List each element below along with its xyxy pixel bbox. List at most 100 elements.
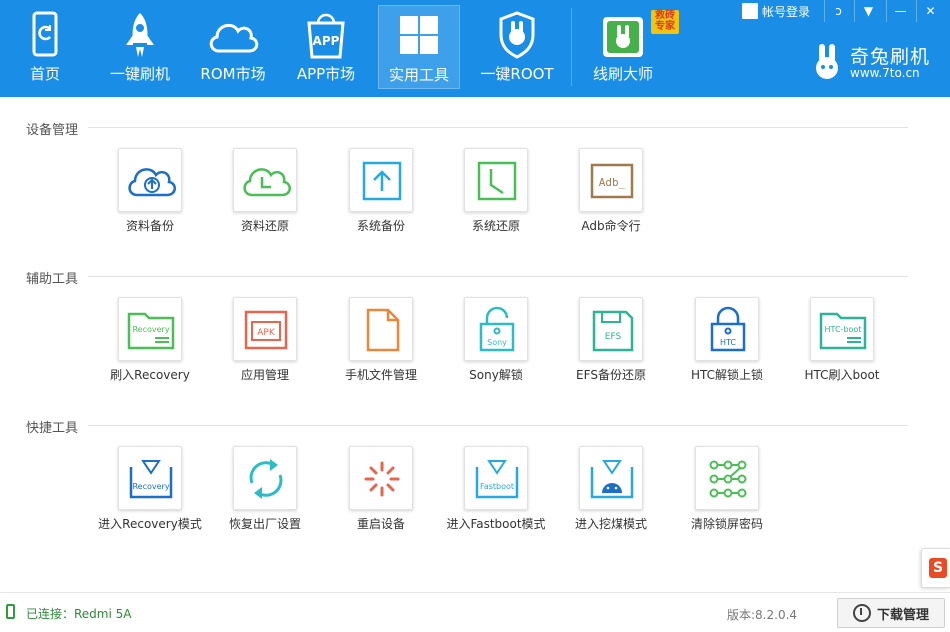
download-manager-label: 下载管理: [876, 607, 929, 623]
nav-separator: [571, 8, 572, 86]
tab-one-click-flash[interactable]: 一键刷机: [98, 5, 182, 89]
version-label: 版本:8.2.0.4: [727, 608, 798, 622]
enter-recovery-icon: Recovery: [129, 460, 173, 499]
tab-app-market[interactable]: APP APP市场: [288, 5, 364, 89]
phone-connected-icon: [6, 604, 15, 619]
tool-tile: Fastboot: [464, 446, 528, 510]
tool-label: 清除锁屏密码: [690, 517, 763, 531]
sony-unlock-icon: Sony: [479, 306, 515, 352]
tool-sony-unlock[interactable]: Sony Sony解锁: [441, 297, 551, 389]
download-manager-button[interactable]: 下载管理: [837, 598, 945, 628]
account-login-button[interactable]: 帐号登录: [742, 0, 818, 22]
flash-master-icon: [603, 17, 643, 57]
tool-tile: HTC: [695, 297, 759, 361]
close-button[interactable]: ✕: [916, 0, 944, 22]
efs-icon-text: EFS: [605, 332, 622, 342]
section-divider: [88, 127, 908, 128]
refresh-arrows-icon: [249, 459, 283, 499]
htc-boot-icon-text: HTC-boot: [825, 325, 862, 334]
status-bar: 已连接：Redmi 5A 版本:8.2.0.4 下载管理: [0, 593, 950, 632]
tool-label: Adb命令行: [581, 219, 641, 233]
tool-tile: [464, 148, 528, 212]
tool-enter-recovery-mode[interactable]: Recovery 进入Recovery模式: [95, 446, 205, 538]
pattern-lock-icon: [709, 460, 747, 498]
tool-data-restore[interactable]: 资料还原: [210, 148, 320, 240]
folder-recovery-icon: Recovery: [127, 312, 175, 350]
tool-phone-file-management[interactable]: 手机文件管理: [326, 297, 436, 389]
tool-tile: [233, 446, 297, 510]
chevron-down-icon: ▼: [863, 4, 874, 18]
tool-htc-unlock-lock[interactable]: HTC HTC解锁上锁: [672, 297, 782, 389]
tool-htc-flash-boot[interactable]: HTC-boot HTC刷入boot: [787, 297, 897, 389]
tool-adb-command[interactable]: Adb_ Adb命令行: [556, 148, 666, 240]
tool-enter-download-mode[interactable]: 进入挖煤模式: [556, 446, 666, 538]
clock-box-icon: [477, 161, 517, 201]
menu-dropdown-button[interactable]: ▼: [854, 0, 882, 22]
minimize-button[interactable]: —: [886, 0, 914, 22]
tool-tile: [349, 297, 413, 361]
recovery-mode-icon-text: Recovery: [132, 482, 169, 491]
tool-tile: [233, 148, 297, 212]
tool-enter-fastboot-mode[interactable]: Fastboot 进入Fastboot模式: [441, 446, 551, 538]
tab-utilities-label: 实用工具: [388, 66, 449, 84]
top-nav-bar: 首页 一键刷机 ROM市场 APP APP市场 实用工具 一键ROOT 线刷大师…: [0, 0, 950, 97]
tool-efs-backup-restore[interactable]: EFS EFS备份还原: [556, 297, 666, 389]
tab-home[interactable]: 首页: [8, 5, 82, 89]
htc-lock-icon: HTC: [710, 306, 746, 352]
tool-flash-recovery[interactable]: Recovery 刷入Recovery: [95, 297, 205, 389]
tool-tile: [349, 148, 413, 212]
tab-home-label: 首页: [29, 65, 60, 83]
tool-label: HTC刷入boot: [804, 368, 880, 382]
shield-rabbit-icon: [499, 11, 535, 59]
enter-fastboot-icon: Fastboot: [475, 460, 519, 499]
tool-tile: [579, 446, 643, 510]
floppy-disk-icon: EFS: [592, 310, 634, 352]
tab-one-click-root[interactable]: 一键ROOT: [474, 5, 560, 89]
apk-box-icon: APK: [244, 310, 288, 350]
brand-name: 奇兔刷机: [850, 46, 931, 68]
account-login-label: 帐号登录: [762, 4, 811, 19]
tab-one-click-root-label: 一键ROOT: [480, 65, 554, 83]
tool-data-backup[interactable]: 资料备份: [95, 148, 205, 240]
upload-box-icon: [362, 161, 402, 201]
brand-logo-area: 奇兔刷机 www.7to.cn: [810, 40, 940, 84]
tab-rom-market-label: ROM市场: [200, 65, 266, 83]
apk-icon-text: APK: [257, 328, 276, 338]
app-icon-text: APP: [313, 34, 340, 48]
tool-tile: Adb_: [579, 148, 643, 212]
tool-tile: Recovery: [118, 297, 182, 361]
tool-tile: [118, 148, 182, 212]
tool-clear-lock-password[interactable]: 清除锁屏密码: [672, 446, 782, 538]
tool-factory-reset[interactable]: 恢复出厂设置: [210, 446, 320, 538]
recovery-icon-text: Recovery: [132, 325, 169, 334]
tab-rom-market[interactable]: ROM市场: [192, 5, 274, 89]
tool-tile: Sony: [464, 297, 528, 361]
windows-grid-icon: [400, 16, 438, 54]
close-icon: ✕: [925, 4, 936, 18]
tab-utilities[interactable]: 实用工具: [378, 5, 460, 89]
download-icon: [852, 604, 871, 622]
cloud-icon: [209, 23, 259, 53]
loading-spinner-icon: [364, 461, 400, 497]
tool-system-backup[interactable]: 系统备份: [326, 148, 436, 240]
tool-system-restore[interactable]: 系统还原: [441, 148, 551, 240]
tool-tile: APK: [233, 297, 297, 361]
adb-icon-text: Adb_: [599, 176, 626, 189]
feedback-button[interactable]: ↄ: [824, 0, 852, 22]
rescue-expert-badge: 救砖专家: [651, 10, 679, 34]
tool-reboot-device[interactable]: 重启设备: [326, 446, 436, 538]
cloud-clock-icon: [243, 168, 291, 197]
user-icon: [742, 3, 758, 19]
tool-tile: EFS: [579, 297, 643, 361]
tool-app-management[interactable]: APK 应用管理: [210, 297, 320, 389]
android-download-icon: [590, 460, 634, 499]
tab-one-click-flash-label: 一键刷机: [109, 65, 170, 83]
folder-boot-icon: HTC-boot: [819, 312, 867, 350]
connection-status: 已连接：Redmi 5A: [26, 607, 132, 621]
tool-tile: HTC-boot: [810, 297, 874, 361]
tool-tile: [695, 446, 759, 510]
cloud-upload-icon: [128, 168, 176, 197]
sogou-s-icon: S: [929, 558, 947, 578]
sony-icon-text: Sony: [487, 338, 507, 347]
side-ime-widget[interactable]: S: [921, 548, 950, 588]
